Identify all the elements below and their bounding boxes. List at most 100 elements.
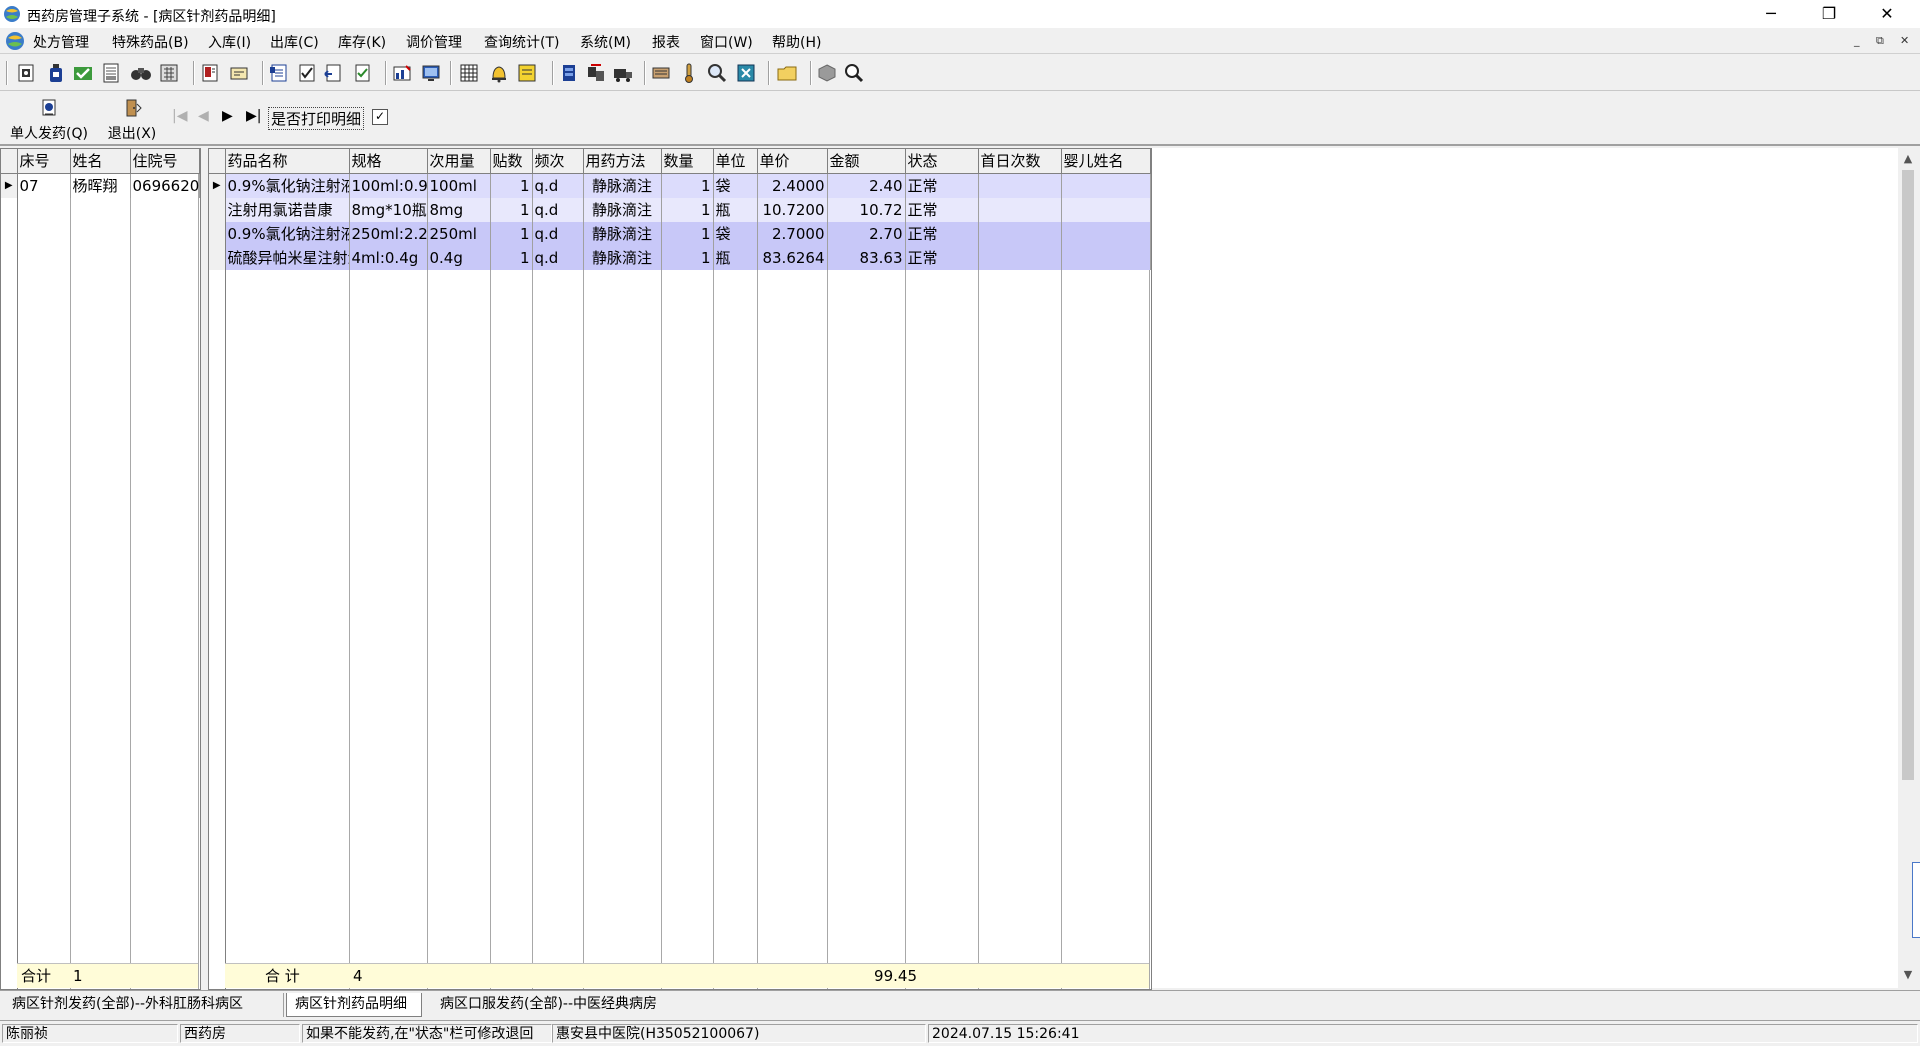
bottle-icon[interactable] bbox=[45, 62, 67, 84]
col-header-first-day[interactable]: 首日次数 bbox=[978, 149, 1062, 174]
tab-injection-detail[interactable]: 病区针剂药品明细 bbox=[286, 993, 422, 1017]
cell-drug-name[interactable]: 0.9%氯化钠注射液 bbox=[225, 222, 350, 246]
dispense-button[interactable]: 单人发药(Q) bbox=[6, 98, 92, 143]
edit-check-icon[interactable] bbox=[352, 62, 374, 84]
side-panel-handle[interactable] bbox=[1912, 862, 1920, 938]
card-icon[interactable] bbox=[228, 62, 250, 84]
cell-qty[interactable]: 1 bbox=[661, 173, 714, 198]
cell-amount[interactable]: 83.63 bbox=[827, 246, 906, 270]
binoculars-icon[interactable] bbox=[130, 62, 152, 84]
bell-icon[interactable] bbox=[488, 62, 510, 84]
cell-drug-name[interactable]: 0.9%氯化钠注射液 bbox=[225, 173, 350, 198]
cell-baby-name[interactable] bbox=[1061, 222, 1151, 246]
nav-prev-button[interactable]: ◀ bbox=[198, 108, 209, 124]
cube-icon[interactable] bbox=[816, 62, 838, 84]
note-icon[interactable] bbox=[516, 62, 538, 84]
cell-method[interactable]: 静脉滴注 bbox=[583, 198, 662, 222]
menu-stock-in[interactable]: 入库(I) bbox=[208, 32, 251, 52]
menu-system[interactable]: 系统(M) bbox=[580, 32, 631, 52]
cell-first-day[interactable] bbox=[978, 246, 1062, 270]
col-header-dose[interactable]: 次用量 bbox=[427, 149, 491, 174]
cell-dose[interactable]: 250ml bbox=[427, 222, 491, 246]
cell-tie[interactable]: 1 bbox=[490, 173, 533, 198]
col-header-price[interactable]: 单价 bbox=[757, 149, 828, 174]
exit-button[interactable]: 退出(X) bbox=[100, 98, 164, 143]
cell-freq[interactable]: q.d bbox=[532, 173, 584, 198]
scroll-up-icon[interactable]: ▲ bbox=[1898, 152, 1918, 168]
thermometer-icon[interactable] bbox=[678, 62, 700, 84]
scroll-thumb[interactable] bbox=[1902, 170, 1914, 780]
drug-row[interactable]: 0.9%氯化钠注射液 250ml:2.25g 250ml 1 q.d 静脉滴注 … bbox=[209, 222, 1151, 246]
cell-price[interactable]: 83.6264 bbox=[757, 246, 828, 270]
vertical-scrollbar[interactable]: ▲ ▼ bbox=[1898, 150, 1918, 986]
col-header-qty[interactable]: 数量 bbox=[661, 149, 714, 174]
report-icon[interactable] bbox=[268, 62, 290, 84]
mdi-app-icon[interactable] bbox=[5, 31, 25, 51]
cabinet-icon[interactable] bbox=[558, 62, 580, 84]
cell-dose[interactable]: 8mg bbox=[427, 198, 491, 222]
return-icon[interactable] bbox=[322, 62, 344, 84]
tab-injection-dispense[interactable]: 病区针剂发药(全部)--外科肛肠科病区 bbox=[4, 993, 284, 1017]
check-mail-icon[interactable] bbox=[72, 62, 94, 84]
nav-first-button[interactable]: |◀ bbox=[172, 108, 187, 124]
cell-status[interactable]: 正常 bbox=[905, 222, 979, 246]
cell-qty[interactable]: 1 bbox=[661, 222, 714, 246]
cell-status[interactable]: 正常 bbox=[905, 246, 979, 270]
cell-tie[interactable]: 1 bbox=[490, 222, 533, 246]
col-header-tie[interactable]: 贴数 bbox=[490, 149, 533, 174]
mdi-minimize-button[interactable]: _ bbox=[1854, 34, 1860, 47]
cell-drug-name[interactable]: 硫酸异帕米星注射液 bbox=[225, 246, 350, 270]
print-doc-icon[interactable] bbox=[100, 62, 122, 84]
restore-button[interactable]: ❐ bbox=[1800, 0, 1858, 28]
cell-price[interactable]: 10.7200 bbox=[757, 198, 828, 222]
cell-baby-name[interactable] bbox=[1061, 198, 1151, 222]
nav-next-button[interactable]: ▶ bbox=[222, 108, 233, 124]
close-button[interactable]: ✕ bbox=[1858, 0, 1916, 28]
cell-unit[interactable]: 袋 bbox=[713, 173, 758, 198]
minimize-button[interactable]: ─ bbox=[1742, 0, 1800, 28]
menu-inventory[interactable]: 库存(K) bbox=[338, 32, 386, 52]
cell-amount[interactable]: 2.40 bbox=[827, 173, 906, 198]
cell-method[interactable]: 静脉滴注 bbox=[583, 173, 662, 198]
col-header-bed[interactable]: 床号 bbox=[17, 149, 71, 174]
patient-row[interactable]: ▶ 07 杨晖翔 0696620 bbox=[1, 173, 200, 198]
menu-query-stats[interactable]: 查询统计(T) bbox=[484, 32, 559, 52]
tab-oral-dispense[interactable]: 病区口服发药(全部)--中医经典病房 bbox=[432, 993, 702, 1017]
chart-icon[interactable] bbox=[391, 62, 413, 84]
menu-prescription[interactable]: 处方管理 bbox=[33, 32, 89, 52]
col-header-baby-name[interactable]: 婴儿姓名 bbox=[1061, 149, 1151, 174]
cell-first-day[interactable] bbox=[978, 173, 1062, 198]
cell-status[interactable]: 正常 bbox=[905, 198, 979, 222]
cell-drug-name[interactable]: 注射用氯诺昔康 bbox=[225, 198, 350, 222]
col-header-inpatient-no[interactable]: 住院号 bbox=[130, 149, 200, 174]
mdi-restore-button[interactable]: ⧉ bbox=[1876, 34, 1884, 48]
zoom-icon[interactable] bbox=[706, 62, 728, 84]
col-header-drug-name[interactable]: 药品名称 bbox=[225, 149, 350, 174]
cell-status[interactable]: 正常 bbox=[905, 173, 979, 198]
cell-freq[interactable]: q.d bbox=[532, 246, 584, 270]
cell-first-day[interactable] bbox=[978, 222, 1062, 246]
cell-first-day[interactable] bbox=[978, 198, 1062, 222]
cell-spec[interactable]: 100ml:0.9g bbox=[349, 173, 428, 198]
nav-last-button[interactable]: ▶| bbox=[246, 108, 261, 124]
menu-special-drugs[interactable]: 特殊药品(B) bbox=[112, 32, 189, 52]
col-header-freq[interactable]: 频次 bbox=[532, 149, 584, 174]
menu-stock-out[interactable]: 出库(C) bbox=[270, 32, 319, 52]
cell-dose[interactable]: 100ml bbox=[427, 173, 491, 198]
col-header-amount[interactable]: 金额 bbox=[827, 149, 906, 174]
transfer-icon[interactable] bbox=[585, 62, 607, 84]
calc-icon[interactable] bbox=[158, 62, 180, 84]
cell-price[interactable]: 2.4000 bbox=[757, 173, 828, 198]
cell-qty[interactable]: 1 bbox=[661, 198, 714, 222]
folder-icon[interactable] bbox=[776, 62, 798, 84]
stamp-icon[interactable] bbox=[650, 62, 672, 84]
col-header-method[interactable]: 用药方法 bbox=[583, 149, 662, 174]
prescription-icon[interactable] bbox=[15, 62, 37, 84]
cell-name[interactable]: 杨晖翔 bbox=[70, 173, 131, 198]
cell-amount[interactable]: 10.72 bbox=[827, 198, 906, 222]
cell-tie[interactable]: 1 bbox=[490, 246, 533, 270]
menu-window[interactable]: 窗口(W) bbox=[700, 32, 753, 52]
monitor-icon[interactable] bbox=[420, 62, 442, 84]
menu-help[interactable]: 帮助(H) bbox=[772, 32, 821, 52]
cell-spec[interactable]: 250ml:2.25g bbox=[349, 222, 428, 246]
